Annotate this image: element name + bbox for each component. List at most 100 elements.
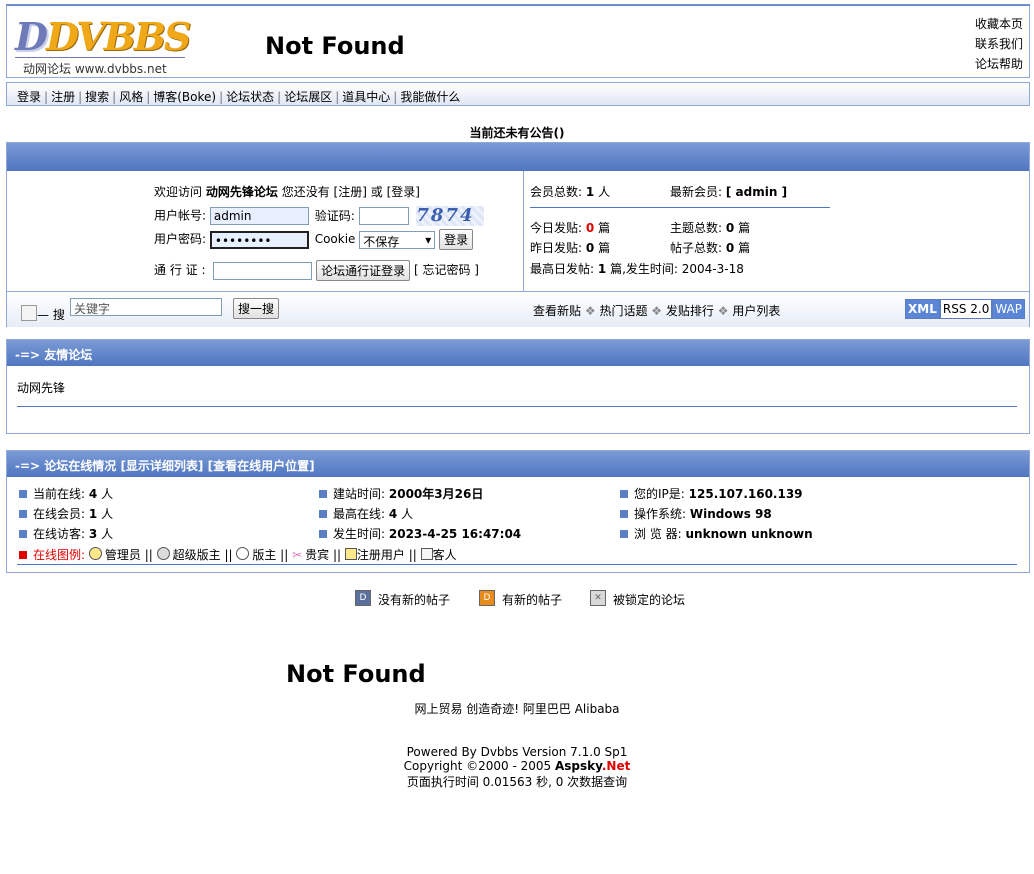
online-guests: 在线访客: 3 人 <box>19 524 113 544</box>
login-link[interactable]: [登录] <box>387 185 420 199</box>
forum-status-legend: D 没有新的帖子 D 有新的帖子 ✕ 被锁定的论坛 <box>0 589 1034 609</box>
online-current: 当前在线: 4 人 <box>19 484 113 504</box>
search-button[interactable]: 搜一搜 <box>233 298 280 319</box>
stat-newest-member: 最新会员: [ admin ] <box>670 185 788 199</box>
not-found-title: Not Found <box>265 32 405 60</box>
cookie-label: Cookie <box>314 232 356 246</box>
friend-forums-panel: -=> 友情论坛 动网先锋 <box>6 339 1030 434</box>
contact-link[interactable]: 联系我们 <box>975 34 1023 54</box>
online-col-1: 当前在线: 4 人 在线会员: 1 人 在线访客: 3 人 <box>19 484 113 544</box>
new-posts-icon: D <box>479 590 495 606</box>
nav-forum-status[interactable]: 论坛状态 <box>226 90 274 104</box>
stat-topics: 主题总数: 0 篇 <box>670 221 751 235</box>
dvbbs-logo[interactable]: DDVBBS 动网论坛 www.dvbbs.net <box>15 12 191 76</box>
forgot-password-link[interactable]: [ 忘记密码 ] <box>414 263 479 277</box>
online-col-3: 您的IP是: 125.107.160.139 操作系统: Windows 98 … <box>620 484 813 544</box>
user-os: 操作系统: Windows 98 <box>620 504 813 524</box>
login-panel: 欢迎访问 动网先锋论坛 您还没有 [注册] 或 [登录] 用户帐号: admin… <box>6 142 1030 327</box>
wap-badge[interactable]: WAP <box>992 299 1025 319</box>
captcha-image[interactable]: 7874 <box>416 206 485 226</box>
passport-label: 通 行 证 : <box>154 263 206 277</box>
nav-blog[interactable]: 博客(Boke) <box>153 90 216 104</box>
square-bullet-icon <box>319 490 327 498</box>
moderator-icon <box>236 547 250 560</box>
top-links: 收藏本页 联系我们 论坛帮助 <box>975 14 1023 74</box>
nav-style[interactable]: 风格 <box>119 90 143 104</box>
nav-login[interactable]: 登录 <box>17 90 41 104</box>
online-divider <box>17 564 1017 565</box>
login-button[interactable]: 登录 <box>439 229 474 250</box>
new-posts-label: 有新的帖子 <box>502 593 563 607</box>
square-bullet-icon <box>319 510 327 518</box>
chevron-down-icon: ▾ <box>425 232 432 247</box>
guest-icon <box>420 548 433 560</box>
nav-item-center[interactable]: 道具中心 <box>342 90 390 104</box>
help-link[interactable]: 论坛帮助 <box>975 54 1023 74</box>
diamond-icon: ❖ <box>717 304 729 318</box>
login-panel-bar <box>7 143 1029 171</box>
passport-row: 通 行 证 : 论坛通行证登录 [ 忘记密码 ] <box>154 260 479 281</box>
forum-stats: 会员总数: 1 人 最新会员: [ admin ] 今日发贴: 0 篇 主题总数… <box>523 171 1029 291</box>
logo-line <box>15 57 185 58</box>
nav-register[interactable]: 注册 <box>51 90 75 104</box>
captcha-input[interactable] <box>358 207 409 225</box>
view-new-posts-link[interactable]: 查看新贴 <box>533 304 581 318</box>
newest-member-link[interactable]: [ admin ] <box>726 185 787 199</box>
xml-badge[interactable]: XML <box>905 299 940 319</box>
online-col-2: 建站时间: 2000年3月26日 最高在线: 4 人 发生时间: 2023-4-… <box>319 484 521 544</box>
stats-divider <box>530 207 830 208</box>
online-panel: -=> 论坛在线情况 [显示详细列表] [查看在线用户位置] 当前在线: 4 人… <box>6 450 1030 573</box>
online-title[interactable]: -=> 论坛在线情况 [显示详细列表] [查看在线用户位置] <box>7 451 1029 477</box>
post-ranking-link[interactable]: 发贴排行 <box>666 304 714 318</box>
no-new-posts-label: 没有新的帖子 <box>378 593 451 607</box>
friend-forum-link[interactable]: 动网先锋 <box>17 379 65 396</box>
rss-badge[interactable]: RSS 2.0 <box>939 299 993 319</box>
user-list-link[interactable]: 用户列表 <box>732 304 780 318</box>
nav-bar: 登录 | 注册 | 搜索 | 风格 | 博客(Boke) | 论坛状态 | 论坛展区 | 道具中心 | 我能做什… <box>6 82 1030 106</box>
square-bullet-icon <box>620 530 628 538</box>
friend-forums-title: -=> 友情论坛 <box>7 340 1029 366</box>
quick-links: 查看新贴 ❖ 热门话题 ❖ 发贴排行 ❖ 用户列表 <box>533 302 780 319</box>
nav-forum-gallery[interactable]: 论坛展区 <box>284 90 332 104</box>
username-label: 用户帐号: <box>154 208 207 223</box>
passport-login-button[interactable]: 论坛通行证登录 <box>316 260 411 281</box>
friend-divider <box>17 406 1017 407</box>
online-legend: 在线图例: 管理员 || 超级版主 || 版主 || ✂ 贵宾 || 注册用户 |… <box>19 546 457 563</box>
logo-text: DVBBS <box>45 14 191 59</box>
register-link[interactable]: [注册] <box>334 185 367 199</box>
passport-input[interactable] <box>213 261 313 280</box>
not-found-footer: Not Found <box>286 660 426 688</box>
password-input[interactable]: •••••••• <box>209 230 309 249</box>
broken-image-icon <box>21 305 37 321</box>
diamond-icon: ❖ <box>584 304 596 318</box>
stat-members: 会员总数: 1 人 <box>530 185 611 199</box>
stat-yesterday: 昨日发贴: 0 篇 <box>530 241 611 255</box>
hot-topics-link[interactable]: 热门话题 <box>599 304 647 318</box>
user-browser: 浏 览 器: unknown unknown <box>620 524 813 544</box>
super-moderator-icon <box>156 547 170 560</box>
bookmark-link[interactable]: 收藏本页 <box>975 14 1023 34</box>
logo-subtitle: 动网论坛 www.dvbbs.net <box>23 62 167 76</box>
nav-search[interactable]: 搜索 <box>85 90 109 104</box>
search-image: — 搜 <box>21 305 65 323</box>
aspsky-link[interactable]: Aspsky.Net <box>555 759 630 773</box>
site-founded: 建站时间: 2000年3月26日 <box>319 484 521 504</box>
footer-ad[interactable]: 网上贸易 创造奇迹! 阿里巴巴 Alibaba <box>0 700 1034 717</box>
locked-forum-label: 被锁定的论坛 <box>613 593 686 607</box>
powered-by: Powered By Dvbbs Version 7.1.0 Sp1 <box>406 745 628 759</box>
square-bullet-icon <box>620 510 628 518</box>
username-input[interactable]: admin <box>209 207 309 225</box>
username-row: 用户帐号: admin 验证码: 7874 <box>154 206 485 226</box>
lock-icon: ✕ <box>590 590 606 606</box>
nav-what-can-i-do[interactable]: 我能做什么 <box>400 90 460 104</box>
cookie-select[interactable]: 不保存 ▾ <box>359 230 436 249</box>
search-input[interactable]: 关键字 <box>70 298 222 316</box>
diamond-icon: ❖ <box>651 304 663 318</box>
feed-badges: XML RSS 2.0 WAP <box>905 299 1025 319</box>
square-bullet-icon <box>19 530 27 538</box>
login-area: 欢迎访问 动网先锋论坛 您还没有 [注册] 或 [登录] 用户帐号: admin… <box>7 171 524 291</box>
square-bullet-icon <box>19 510 27 518</box>
square-bullet-icon <box>19 551 27 559</box>
vip-icon: ✂ <box>292 548 303 562</box>
no-new-posts-icon: D <box>355 590 371 606</box>
